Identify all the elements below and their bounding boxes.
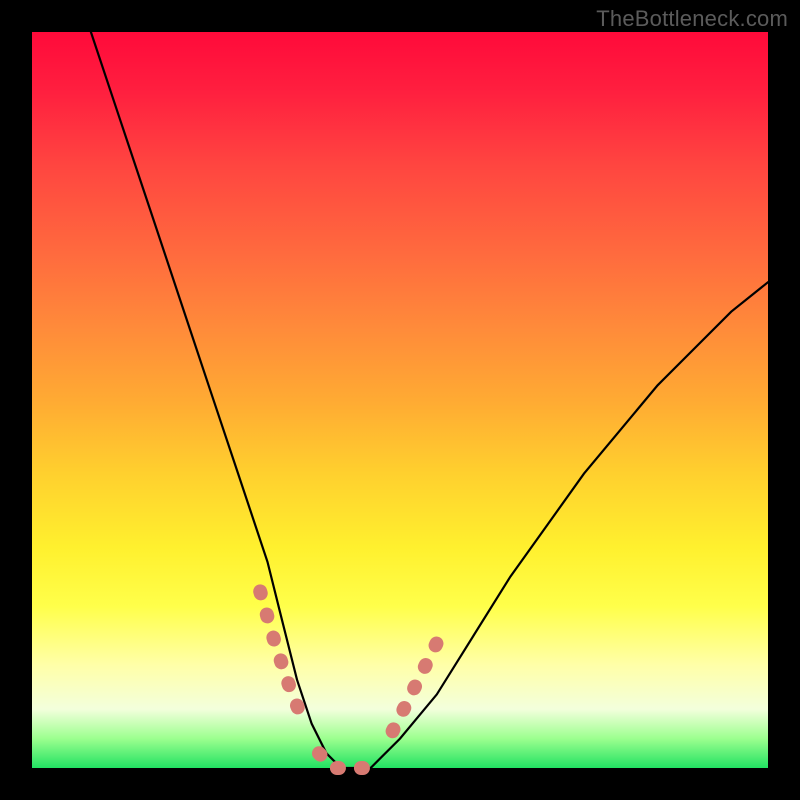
watermark-text: TheBottleneck.com bbox=[596, 6, 788, 32]
left-dip-marker bbox=[260, 591, 304, 723]
bottleneck-curve bbox=[91, 32, 768, 768]
plot-area bbox=[32, 32, 768, 768]
chart-frame: TheBottleneck.com bbox=[0, 0, 800, 800]
curve-svg bbox=[32, 32, 768, 768]
right-dip-marker bbox=[393, 643, 437, 731]
